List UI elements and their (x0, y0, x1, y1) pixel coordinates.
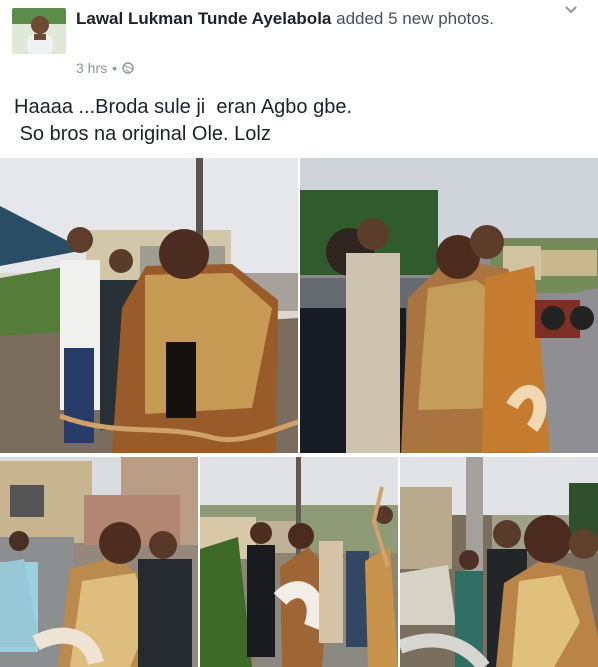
avatar[interactable] (12, 8, 66, 54)
post-text: Haaaa ...Broda sule ji eran Agbo gbe. So… (14, 96, 353, 145)
photo-5[interactable] (400, 457, 598, 667)
post-header: Lawal Lukman Tunde Ayelabola added 5 new… (0, 0, 598, 82)
avatar-photo (12, 8, 66, 54)
photo-2[interactable] (300, 158, 598, 453)
photo-gallery (0, 158, 598, 667)
chevron-down-icon[interactable] (564, 5, 578, 15)
post-action: added 5 new photos. (336, 9, 494, 28)
photo-4[interactable] (200, 457, 398, 667)
post-title: Lawal Lukman Tunde Ayelabola added 5 new… (76, 8, 546, 30)
author-name[interactable]: Lawal Lukman Tunde Ayelabola (76, 9, 331, 28)
timestamp[interactable]: 3 hrs (76, 60, 107, 76)
photo-3[interactable] (0, 457, 198, 667)
post-meta: 3 hrs • (76, 60, 134, 76)
globe-icon[interactable] (122, 62, 134, 74)
meta-separator: • (112, 60, 118, 76)
photo-1[interactable] (0, 158, 298, 453)
